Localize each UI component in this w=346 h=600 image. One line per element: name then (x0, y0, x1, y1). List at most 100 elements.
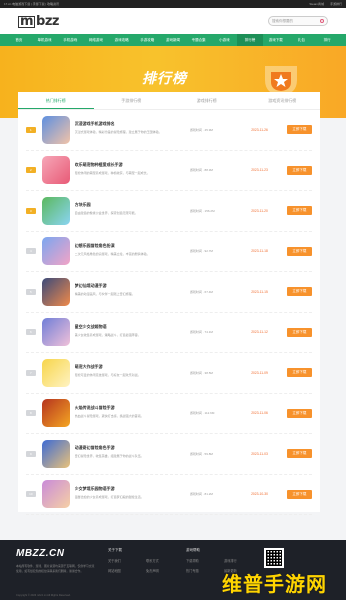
game-date: 2023-11-20 (251, 208, 268, 213)
game-meta: 游戏时间 · 92.7M (189, 249, 213, 254)
game-thumbnail[interactable] (41, 115, 70, 144)
game-name[interactable]: 欢乐萌宠物种植爱成长手游 (75, 162, 186, 168)
ranking-row: 6 星空少女战姬物语 美少女收集养成游戏，策略战斗，打造最强阵容。 游戏时间 ·… (26, 313, 312, 353)
nav-item[interactable]: 单机游戏 (32, 38, 58, 43)
tab-news[interactable]: 游戏资讯排行榜 (245, 92, 321, 109)
ranking-tabs: 热门排行榜 手游排行榜 游戏排行榜 游戏资讯排行榜 (18, 92, 320, 110)
game-name[interactable]: 动漫奇幻冒险角色手游 (75, 445, 186, 451)
game-name[interactable]: 方块乐园 (75, 202, 186, 208)
download-button[interactable]: 立即下载 (286, 368, 312, 378)
game-name[interactable]: 星空少女战姬物语 (75, 324, 186, 330)
tab-game[interactable]: 游戏排行榜 (169, 92, 245, 109)
game-date: 2023-11-03 (251, 451, 268, 456)
game-date: 2023-11-06 (251, 411, 268, 416)
game-meta: 游戏时间 · 38.5M (189, 370, 213, 375)
game-description: 热血战斗冒险游戏，爽快打击感，挑战强大的首领。 (74, 413, 144, 418)
tab-mobile[interactable]: 手游排行榜 (94, 92, 170, 109)
top-link-rank[interactable]: 手游排行 (330, 2, 342, 6)
site-logo[interactable]: m bzz (18, 14, 59, 29)
footer-link[interactable]: 游戏排行 (224, 558, 262, 563)
footer-logo[interactable]: MBZZ.CN (16, 548, 65, 559)
nav-item[interactable]: 礼包 (289, 38, 315, 43)
footer-link[interactable]: 免责声明 (146, 568, 184, 573)
game-name[interactable]: 沉浸游戏手机游戏排名 (75, 121, 186, 127)
game-meta: 游戏时间 · 59.8M (189, 451, 213, 456)
rank-badge: 5 (26, 288, 36, 295)
copyright: Copyright © 2023 mbzz.cn All Rights Rese… (16, 594, 71, 597)
nav-item[interactable]: 手游攻略 (134, 38, 160, 43)
download-button[interactable]: 立即下载 (286, 327, 312, 337)
top-bar: 17.cn 电脑游戏下载 | 手游下载 | 攻略资讯 Steam商城 手游排行 (0, 0, 346, 8)
game-info: 萌宠大作战手游 轻松可爱的休闲竞技游戏，与好友一起欢乐对战。 (75, 364, 186, 381)
nav-item[interactable]: 专题合集 (186, 38, 212, 43)
game-thumbnail[interactable] (41, 439, 70, 468)
game-info: 星空少女战姬物语 美少女收集养成游戏，策略战斗，打造最强阵容。 (75, 324, 186, 341)
footer-col-about: 关于下载 关于我们 联系方式 网站地图 免责声明 (108, 548, 184, 573)
game-date: 2023-11-12 (251, 330, 268, 335)
nav-item[interactable]: 游戏攻略 (109, 38, 135, 43)
game-description: 沉浸式游戏体验，精彩纷呈的冒险旅程，建立属于你的王国体验。 (74, 130, 162, 135)
search-input[interactable]: 搜索你想要的 (268, 16, 328, 26)
game-meta: 游戏时间 · 74.1M (189, 330, 213, 335)
nav-item[interactable]: 手机游戏 (57, 38, 83, 43)
game-info: 少女梦境乐园物语手游 温馨治愈的少女养成游戏，打造梦幻般的甜蜜生活。 (75, 486, 186, 503)
nav-item[interactable]: 首页 (6, 38, 32, 43)
header: m bzz 搜索你想要的 (0, 8, 346, 34)
game-name[interactable]: 火焰传说战斗冒险手游 (75, 405, 186, 411)
game-name[interactable]: 少女梦境乐园物语手游 (75, 486, 186, 492)
rank-badge: 4 (26, 248, 36, 255)
game-date: 2023-11-15 (251, 289, 268, 294)
download-button[interactable]: 立即下载 (286, 165, 312, 175)
game-description: 精美的动漫画风，与伙伴一起踏上奇幻旅程。 (74, 292, 135, 297)
rank-badge: 6 (26, 329, 36, 336)
footer-link[interactable]: 联系方式 (146, 558, 184, 563)
ranking-row: 7 萌宠大作战手游 轻松可爱的休闲竞技游戏，与好友一起欢乐对战。 游戏时间 · … (26, 353, 312, 394)
download-button[interactable]: 立即下载 (286, 125, 312, 135)
game-date: 2023-11-23 (251, 168, 268, 173)
game-info: 梦幻仙境动漫手游 精美的动漫画风，与伙伴一起踏上奇幻旅程。 (75, 283, 186, 300)
game-description: 自由建造的像素沙盒世界，探索创造无限可能。 (74, 211, 138, 216)
game-name[interactable]: 幻想乐园冒险角色扮演 (75, 243, 186, 249)
banner-title: 排行榜 (142, 70, 187, 86)
game-thumbnail[interactable] (41, 399, 70, 428)
game-thumbnail[interactable] (41, 358, 70, 387)
tab-hot[interactable]: 热门排行榜 (18, 92, 94, 109)
footer-link[interactable]: 关于我们 (108, 558, 146, 563)
game-date: 2023-10-30 (251, 492, 268, 497)
game-info: 欢乐萌宠物种植爱成长手游 轻松休闲的萌宠养成游戏，种植收获，与萌宠一起成长。 (75, 162, 186, 179)
download-button[interactable]: 立即下载 (286, 246, 312, 256)
rank-badge: 8 (26, 410, 36, 417)
search-placeholder: 搜索你想要的 (272, 18, 293, 23)
nav-item[interactable]: 游戏下载 (263, 38, 289, 43)
nav-item[interactable]: 排行 (314, 38, 340, 43)
footer-disclaimer: 本站所有软件、游戏、图片资源均来源于互联网，仅供学习交流使用，如有侵犯您的权益请… (16, 564, 95, 573)
game-thumbnail[interactable] (41, 156, 70, 185)
download-button[interactable]: 立即下载 (286, 408, 312, 418)
game-thumbnail[interactable] (41, 277, 70, 306)
top-link-steam[interactable]: Steam商城 (309, 2, 324, 6)
game-name[interactable]: 梦幻仙境动漫手游 (75, 283, 186, 289)
game-thumbnail[interactable] (41, 196, 70, 225)
download-button[interactable]: 立即下载 (286, 449, 312, 459)
download-button[interactable]: 立即下载 (286, 489, 312, 499)
footer-link[interactable]: 网站地图 (108, 568, 146, 573)
nav-item[interactable]: 网络游戏 (83, 38, 109, 43)
footer-link[interactable]: 下载帮助 (186, 558, 224, 563)
rank-badge: 7 (26, 369, 36, 376)
rank-badge: 2 (26, 167, 36, 174)
game-thumbnail[interactable] (41, 237, 70, 266)
nav-item-active[interactable]: 排行榜 (237, 34, 263, 46)
ranking-row: 2 欢乐萌宠物种植爱成长手游 轻松休闲的萌宠养成游戏，种植收获，与萌宠一起成长。… (26, 151, 312, 191)
download-button[interactable]: 立即下载 (286, 206, 312, 216)
game-thumbnail[interactable] (41, 318, 70, 347)
footer-link[interactable]: 热门专题 (186, 568, 224, 573)
download-button[interactable]: 立即下载 (286, 287, 312, 297)
game-info: 方块乐园 自由建造的像素沙盒世界，探索创造无限可能。 (75, 202, 186, 219)
game-thumbnail[interactable] (41, 480, 70, 509)
game-name[interactable]: 萌宠大作战手游 (75, 364, 186, 370)
ranking-row: 3 方块乐园 自由建造的像素沙盒世界，探索创造无限可能。 游戏时间 · 156.… (26, 191, 312, 232)
nav-item[interactable]: 游戏新闻 (160, 38, 186, 43)
search-icon[interactable] (320, 19, 324, 23)
nav-item[interactable]: 小游戏 (212, 38, 238, 43)
game-meta: 游戏时间 · 156.2M (189, 208, 215, 213)
